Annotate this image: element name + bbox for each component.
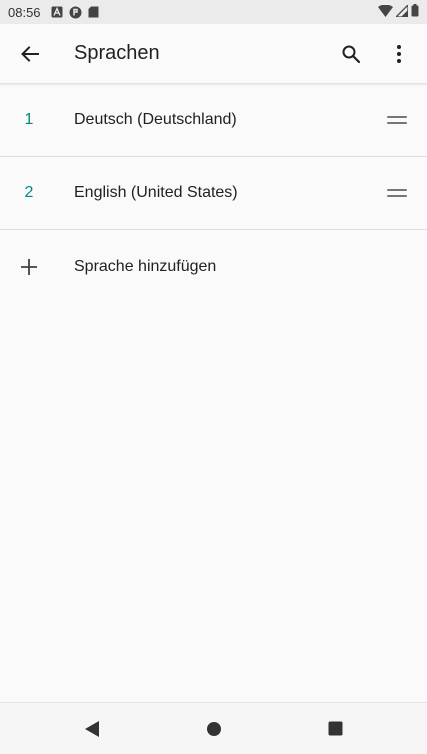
language-list: 1 Deutsch (Deutschland) 2 English (Unite… (0, 84, 427, 304)
language-item-1[interactable]: 1 Deutsch (Deutschland) (0, 84, 427, 157)
app-bar: Sprachen (0, 24, 427, 84)
page-title: Sprachen (74, 42, 160, 64)
nav-recents-button[interactable] (275, 705, 397, 753)
sd-card-icon (88, 6, 99, 18)
back-button[interactable] (6, 30, 54, 78)
nav-recents-icon (328, 721, 343, 736)
nav-back-icon (84, 720, 99, 737)
status-bar: 08:56 (0, 0, 427, 24)
status-time: 08:56 (8, 4, 41, 20)
circle-app-notification-icon (69, 6, 82, 19)
add-language-label: Sprache hinzufügen (74, 258, 217, 275)
more-options-button[interactable] (375, 30, 423, 78)
nav-back-button[interactable] (31, 705, 153, 753)
more-vert-icon (397, 44, 401, 63)
drag-handle-icon[interactable] (387, 187, 407, 199)
navigation-bar (0, 702, 427, 754)
add-language-button[interactable]: Sprache hinzufügen (0, 230, 427, 304)
language-rank: 1 (24, 111, 34, 128)
drag-handle-icon[interactable] (387, 114, 407, 126)
arrow-back-icon (21, 45, 39, 62)
language-label: English (United States) (74, 184, 238, 201)
search-button[interactable] (327, 30, 375, 78)
language-rank: 2 (24, 184, 34, 201)
plus-icon (0, 258, 58, 276)
cell-signal-icon (394, 2, 409, 20)
wifi-icon (378, 4, 393, 20)
battery-icon (411, 4, 419, 20)
a-notification-icon (51, 6, 63, 18)
search-icon (342, 45, 361, 63)
nav-home-button[interactable] (153, 705, 275, 753)
nav-home-icon (206, 721, 221, 736)
app-bar-actions (327, 30, 423, 78)
status-right-group (378, 2, 419, 20)
settings-screen: 08:56 Sprachen 1 Deutsch (Deutschland) 2… (0, 0, 427, 754)
language-label: Deutsch (Deutschland) (74, 111, 237, 128)
language-item-2[interactable]: 2 English (United States) (0, 157, 427, 230)
